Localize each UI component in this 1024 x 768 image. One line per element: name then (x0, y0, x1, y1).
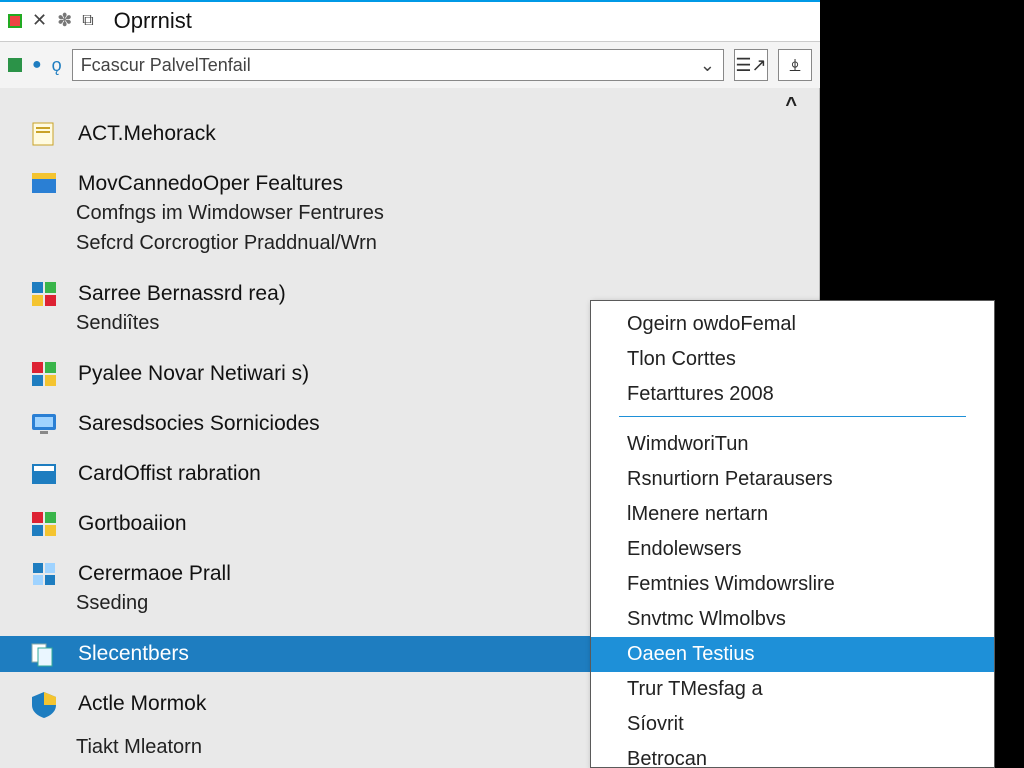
menu-item[interactable]: Tlon Corttes (591, 342, 994, 377)
maximize-icon[interactable]: ✽ (57, 10, 72, 31)
scroll-up-icon[interactable]: ^ (785, 94, 797, 117)
result-item-label: Sarree Bernassrd rea) (78, 282, 286, 306)
result-subitem-label: Sendiîtes (76, 312, 159, 334)
address-text: Fcascur PalvelTenfail (81, 55, 251, 76)
result-item-label: Cerermaoe Prall (78, 562, 231, 586)
result-subitem[interactable]: Sefcrd Corcrogtior Praddnual/Wrn (0, 232, 819, 262)
menu-item[interactable]: Endolewsers (591, 532, 994, 567)
menu-item[interactable]: Femtnies Wimdowrslire (591, 567, 994, 602)
result-item-label: Actle Mormok (78, 692, 206, 716)
result-item-label: MovCannedoOper Fealtures (78, 172, 343, 196)
result-subitem-label: Comfngs im Wimdowser Fentrures (76, 202, 384, 224)
app-icon (8, 14, 22, 28)
chevron-down-icon[interactable]: ⌄ (700, 55, 715, 76)
menu-item[interactable]: Betrocan (591, 742, 994, 768)
window: ✕ ✽ ⧉ Oprrnist ● ǫ Fcascur PalvelTenfail… (0, 0, 1024, 768)
close-icon[interactable]: ✕ (32, 10, 47, 31)
settings-button[interactable]: ⍎ (778, 49, 812, 81)
result-item-label: Pyalee Novar Netiwari s) (78, 362, 309, 386)
winlogo-icon (28, 358, 60, 390)
context-menu: Ogeirn owdoFemalTlon CorttesFetarttures … (590, 300, 995, 768)
result-item-label: Saresdsocies Sorniciodes (78, 412, 320, 436)
winflag-icon (28, 278, 60, 310)
flag2-icon (28, 558, 60, 590)
address-bar: ● ǫ Fcascur PalvelTenfail ⌄ ☰↗ ⍎ (0, 42, 820, 88)
monitor-icon (28, 408, 60, 440)
menu-item[interactable]: WimdworiTun (591, 427, 994, 462)
result-subitem-label: Sseding (76, 592, 148, 614)
page-title: Oprrnist (114, 8, 192, 34)
docs-icon (28, 638, 60, 670)
result-item[interactable]: ACT.Mehorack (0, 116, 819, 152)
address-input[interactable]: Fcascur PalvelTenfail ⌄ (72, 49, 724, 81)
menu-item[interactable]: Oaeen Testius (591, 637, 994, 672)
result-item-label: Slecentbers (78, 642, 189, 666)
panel-icon (28, 458, 60, 490)
menu-item[interactable]: Rsnurtiorn Petarausers (591, 462, 994, 497)
menu-item[interactable]: Snvtmc Wlmolbvs (591, 602, 994, 637)
result-subitem-label: Sefcrd Corcrogtior Praddnual/Wrn (76, 232, 377, 254)
doc-icon (28, 118, 60, 150)
result-item[interactable]: MovCannedoOper Fealtures (0, 166, 819, 202)
result-item-label: ACT.Mehorack (78, 122, 216, 146)
menu-item[interactable]: Síovrit (591, 707, 994, 742)
shield-icon (28, 688, 60, 720)
nav-search-icon[interactable]: ǫ (52, 55, 62, 76)
restore-icon[interactable]: ⧉ (82, 12, 93, 30)
title-bar: ✕ ✽ ⧉ Oprrnist (0, 0, 820, 42)
menu-separator (619, 416, 966, 417)
winlogo-icon (28, 508, 60, 540)
result-subitem-label: Tiakt Mleatorn (76, 736, 202, 758)
menu-item[interactable]: lMenere nertarn (591, 497, 994, 532)
result-item-label: CardOffist rabration (78, 462, 261, 486)
menu-item[interactable]: Trur TMesfag a (591, 672, 994, 707)
result-item-label: Gortboaiion (78, 512, 187, 536)
app-glyph (8, 58, 22, 72)
menu-item[interactable]: Fetarttures 2008 (591, 377, 994, 412)
result-subitem[interactable]: Comfngs im Wimdowser Fentrures (0, 202, 819, 232)
go-button[interactable]: ☰↗ (734, 49, 768, 81)
box-icon (28, 168, 60, 200)
menu-item[interactable]: Ogeirn owdoFemal (591, 307, 994, 342)
nav-dot-icon[interactable]: ● (32, 56, 42, 74)
